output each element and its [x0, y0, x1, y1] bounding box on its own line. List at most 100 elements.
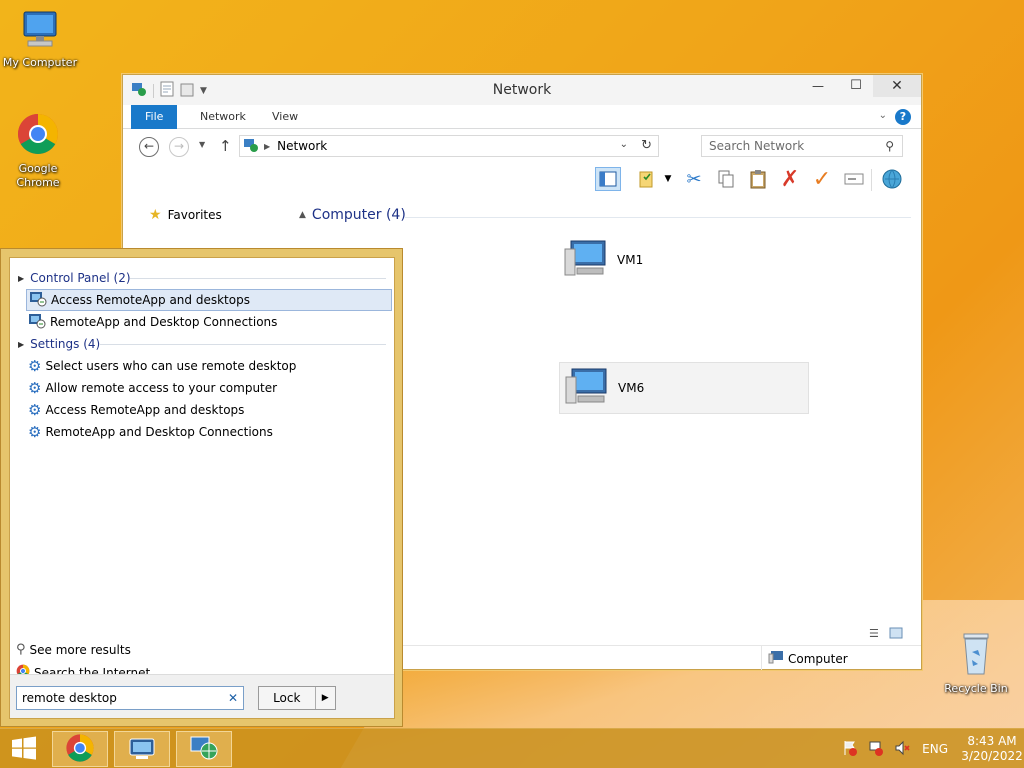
explorer-titlebar[interactable]: ▼ Network — ☐ ✕ — [123, 75, 921, 105]
delete-icon[interactable]: ✗ — [777, 167, 803, 192]
maximize-button[interactable]: ☐ — [841, 75, 871, 97]
back-button[interactable]: ← — [139, 137, 159, 157]
search-network-input[interactable]: Search Network ⚲ — [701, 135, 903, 157]
clock-date: 3/20/2022 — [961, 749, 1023, 763]
taskbar-remote-desktop[interactable] — [114, 731, 170, 767]
result-remoteapp-connections-control-panel[interactable]: RemoteApp and Desktop Connections — [26, 311, 392, 333]
item-label: VM1 — [617, 253, 644, 267]
up-button[interactable]: ↑ — [219, 137, 232, 155]
desktop-icon-my-computer[interactable]: My Computer — [0, 8, 80, 70]
rename-icon[interactable] — [841, 167, 867, 191]
action-center-flag-icon[interactable] — [842, 740, 858, 759]
cut-icon[interactable]: ✂ — [681, 167, 707, 191]
desktop-icon-google-chrome[interactable]: Google Chrome — [0, 112, 78, 190]
large-icons-view-icon[interactable] — [889, 627, 903, 642]
computer-icon — [768, 650, 784, 667]
taskbar-chrome[interactable] — [52, 731, 108, 767]
desktop-icon-label: Google Chrome — [16, 162, 60, 189]
address-dropdown-icon[interactable]: ⌄ — [620, 139, 628, 150]
search-input[interactable]: remote desktop ✕ — [16, 686, 244, 710]
recent-locations-icon[interactable]: ▼ — [199, 140, 205, 149]
volume-muted-icon[interactable] — [894, 740, 910, 759]
windows-logo-icon — [11, 736, 37, 763]
search-icon[interactable]: ⚲ — [885, 136, 894, 156]
command-toolbar: ▼ ✂ ✗ ✓ — [123, 163, 921, 195]
copy-icon[interactable] — [713, 167, 739, 191]
breadcrumb-chevron-icon[interactable]: ▶ — [264, 142, 270, 151]
network-location-icon — [243, 137, 259, 156]
group-divider — [405, 217, 911, 218]
status-label: Computer — [788, 651, 848, 666]
view-dropdown-icon[interactable]: ▼ — [661, 167, 675, 191]
group-label: Computer (4) — [311, 207, 406, 223]
breadcrumb-network[interactable]: Network — [277, 139, 327, 153]
result-label: Access RemoteApp and desktops — [51, 293, 250, 307]
separator — [871, 169, 872, 191]
section-label: Settings (4) — [30, 337, 101, 351]
clear-search-icon[interactable]: ✕ — [228, 687, 238, 709]
result-label: RemoteApp and Desktop Connections — [45, 425, 273, 439]
group-header-computer[interactable]: ▲ Computer (4) — [299, 207, 406, 223]
result-label: Allow remote access to your computer — [45, 381, 278, 395]
network-status-icon[interactable] — [868, 740, 884, 759]
computer-item-vm1[interactable]: VM1 — [559, 235, 809, 285]
check-icon[interactable]: ✓ — [809, 167, 835, 192]
separator — [761, 646, 762, 670]
preview-pane-icon[interactable] — [595, 167, 621, 191]
desktop-icon-label: Recycle Bin — [944, 682, 1008, 695]
gear-icon: ⚙ — [28, 379, 42, 397]
gear-icon: ⚙ — [28, 401, 42, 419]
status-selected-item: Computer — [768, 650, 848, 667]
nav-item-favorites[interactable]: ★ Favorites — [149, 207, 222, 223]
remote-desktop-icon — [127, 736, 157, 763]
minimize-button[interactable]: — — [803, 75, 833, 97]
ribbon-expand-icon[interactable]: ⌄ — [879, 110, 887, 121]
paste-icon[interactable] — [745, 167, 771, 191]
network-globe-icon[interactable] — [879, 167, 905, 191]
result-allow-remote-access[interactable]: ⚙ Allow remote access to your computer — [26, 377, 392, 399]
tab-file[interactable]: File — [131, 105, 178, 129]
section-header-settings[interactable]: ▶ Settings (4) — [18, 337, 100, 351]
details-view-icon[interactable]: ☰ — [869, 627, 879, 642]
section-header-control-panel[interactable]: ▶ Control Panel (2) — [18, 271, 131, 285]
desktop-icon-recycle-bin[interactable]: Recycle Bin — [936, 630, 1016, 696]
taskbar-file-explorer-network[interactable] — [176, 731, 232, 767]
result-access-remoteapp-settings[interactable]: ⚙ Access RemoteApp and desktops — [26, 399, 392, 421]
close-button[interactable]: ✕ — [873, 75, 921, 97]
result-remoteapp-connections-settings[interactable]: ⚙ RemoteApp and Desktop Connections — [26, 421, 392, 443]
see-more-results-link[interactable]: ⚲ See more results — [16, 642, 131, 657]
gear-icon: ⚙ — [28, 423, 42, 441]
forward-button[interactable]: → — [169, 137, 189, 157]
collapse-arrow-icon[interactable]: ▲ — [299, 210, 306, 220]
computer-icon — [0, 8, 80, 54]
properties-folder-icon[interactable] — [635, 167, 661, 191]
address-bar[interactable]: ▶ Network ⌄ ↻ — [239, 135, 659, 157]
clock-time: 8:43 AM — [967, 734, 1017, 748]
help-icon[interactable]: ? — [895, 109, 911, 125]
network-icon — [189, 734, 219, 765]
language-indicator[interactable]: ENG — [922, 742, 948, 756]
result-select-users-remote-desktop[interactable]: ⚙ Select users who can use remote deskto… — [26, 355, 392, 377]
system-tray: ENG 8:43 AM 3/20/2022 — [842, 729, 1024, 768]
tab-network[interactable]: Network — [186, 105, 260, 129]
lock-button[interactable]: Lock ▶ — [258, 686, 336, 710]
computer-icon — [563, 239, 609, 282]
section-label: Control Panel (2) — [30, 271, 131, 285]
search-icon: ⚲ — [16, 642, 26, 657]
expand-arrow-icon: ▶ — [18, 339, 25, 349]
refresh-icon[interactable]: ↻ — [641, 138, 652, 153]
result-label: Select users who can use remote desktop — [45, 359, 297, 373]
chrome-icon — [65, 733, 95, 766]
gear-icon: ⚙ — [28, 357, 42, 375]
lock-button-label: Lock — [259, 687, 316, 709]
item-label: VM6 — [618, 381, 645, 395]
address-row: ← → ▼ ↑ ▶ Network ⌄ ↻ Search Network ⚲ — [123, 129, 921, 163]
result-label: RemoteApp and Desktop Connections — [50, 315, 278, 329]
result-access-remoteapp-control-panel[interactable]: Access RemoteApp and desktops — [26, 289, 392, 311]
start-button[interactable] — [0, 731, 48, 767]
tab-view[interactable]: View — [258, 105, 312, 129]
power-options-arrow-icon[interactable]: ▶ — [316, 687, 335, 709]
computer-item-vm6[interactable]: VM6 — [559, 362, 809, 414]
start-search-pane: ▶ Control Panel (2) Access RemoteApp and… — [0, 248, 403, 727]
clock[interactable]: 8:43 AM 3/20/2022 — [960, 734, 1024, 764]
